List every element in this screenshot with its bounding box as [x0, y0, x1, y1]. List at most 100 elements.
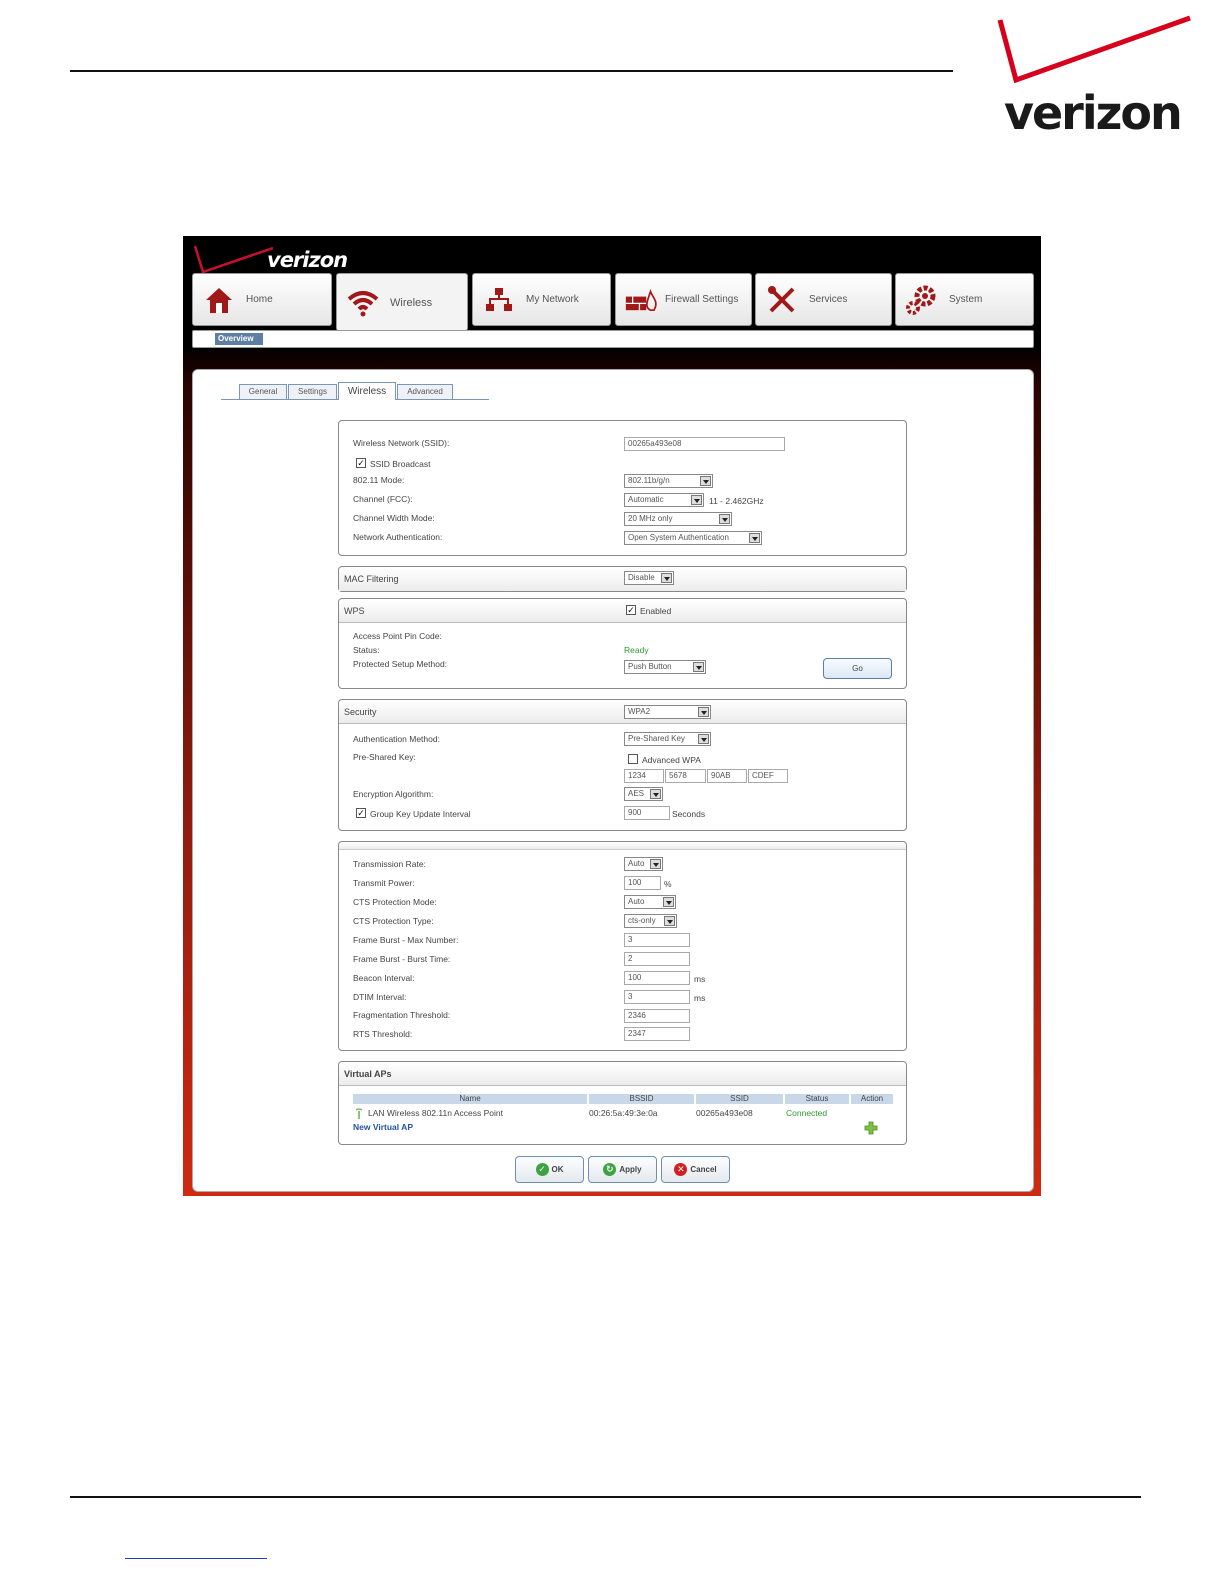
group-key-input[interactable]: 900 — [624, 806, 670, 820]
rts-input[interactable]: 2347 — [624, 1027, 690, 1041]
auth-method-select[interactable]: Pre-Shared Key — [624, 732, 711, 746]
chevron-down-icon — [663, 897, 674, 907]
group-key-checkbox[interactable]: ✓ — [356, 808, 366, 818]
nav-home[interactable]: Home — [192, 273, 332, 326]
cts-type-value: cts-only — [628, 916, 656, 925]
chevron-down-icon — [691, 495, 702, 505]
wps-enabled-label: Enabled — [640, 606, 672, 616]
ok-button[interactable]: ✓ OK — [515, 1156, 584, 1183]
frag-input[interactable]: 2346 — [624, 1009, 690, 1023]
psk-part-4[interactable]: CDEF — [748, 769, 788, 783]
new-virtual-ap-link[interactable]: New Virtual AP — [353, 1122, 413, 1132]
dtim-input[interactable]: 3 — [624, 990, 690, 1004]
wps-status-value: Ready — [624, 645, 649, 655]
nav-system-label: System — [949, 294, 983, 305]
go-button[interactable]: Go — [823, 658, 892, 679]
burst-time-input[interactable]: 2 — [624, 952, 690, 966]
tab-wireless[interactable]: Wireless — [338, 382, 396, 400]
main-nav: Home Wireless My Network Firewall Settin… — [192, 273, 1034, 331]
network-icon — [482, 283, 516, 317]
network-auth-select[interactable]: Open System Authentication — [624, 531, 762, 545]
subnav-overview[interactable]: Overview — [215, 333, 263, 345]
footer-link[interactable] — [125, 1558, 267, 1559]
wps-method-select[interactable]: Push Button — [624, 660, 706, 674]
header-rule — [70, 70, 953, 72]
tx-rate-label: Transmission Rate: — [353, 859, 426, 869]
chevron-down-icon — [719, 514, 730, 524]
chevron-down-icon — [650, 789, 661, 799]
channel-width-label: Channel Width Mode: — [353, 513, 435, 523]
nav-system[interactable]: System — [895, 273, 1034, 326]
psk-label: Pre-Shared Key: — [353, 752, 416, 762]
psk-part-2[interactable]: 5678 — [665, 769, 706, 783]
vap-bssid: 00:26:5a:49:3e:0a — [589, 1108, 658, 1118]
advanced-wpa-checkbox[interactable] — [628, 754, 638, 764]
psk-part-1[interactable]: 1234 — [624, 769, 664, 783]
channel-width-select[interactable]: 20 MHz only — [624, 512, 732, 526]
chevron-down-icon — [700, 476, 711, 486]
wps-enabled-checkbox[interactable]: ✓ — [626, 605, 636, 615]
network-auth-label: Network Authentication: — [353, 532, 443, 542]
col-name: Name — [353, 1094, 587, 1104]
cancel-button[interactable]: ✕ Cancel — [661, 1156, 730, 1183]
nav-services[interactable]: Services — [755, 273, 892, 326]
encryption-label: Encryption Algorithm: — [353, 789, 434, 799]
gears-icon — [905, 283, 939, 317]
channel-label: Channel (FCC): — [353, 494, 413, 504]
virtual-aps-box: Virtual APs Name BSSID SSID Status Actio… — [338, 1061, 907, 1145]
router-logo-word: verizon — [267, 248, 348, 272]
tab-advanced[interactable]: Advanced — [397, 384, 453, 399]
apply-label: Apply — [619, 1165, 642, 1174]
ok-label: OK — [551, 1165, 564, 1174]
burst-max-input[interactable]: 3 — [624, 933, 690, 947]
advanced-params-box: Transmission Rate: Auto Transmit Power: … — [338, 841, 907, 1051]
ssid-broadcast-checkbox[interactable]: ✓ — [356, 458, 366, 468]
nav-firewall-settings[interactable]: Firewall Settings — [615, 273, 752, 326]
nav-wireless[interactable]: Wireless — [336, 273, 468, 331]
beacon-label: Beacon Interval: — [353, 973, 415, 983]
ssid-input[interactable]: 00265a493e08 — [624, 437, 785, 451]
nav-my-network[interactable]: My Network — [472, 273, 611, 326]
security-value: WPA2 — [628, 707, 651, 716]
chevron-down-icon — [661, 573, 672, 583]
wps-status-label: Status: — [353, 645, 380, 655]
nav-services-label: Services — [809, 294, 848, 305]
channel-select-value: Automatic — [628, 495, 664, 504]
mac-filtering-select[interactable]: Disable — [624, 571, 674, 585]
close-icon: ✕ — [674, 1163, 688, 1176]
mode-select-value: 802.11b/g/n — [628, 476, 670, 485]
security-title: Security — [344, 707, 377, 717]
tx-rate-select[interactable]: Auto — [624, 857, 663, 871]
beacon-input[interactable]: 100 — [624, 971, 690, 985]
cts-mode-label: CTS Protection Mode: — [353, 897, 437, 907]
psk-part-3[interactable]: 90AB — [707, 769, 747, 783]
col-action: Action — [851, 1094, 893, 1104]
home-icon — [202, 283, 236, 317]
cts-mode-value: Auto — [628, 897, 645, 906]
mac-filtering-title: MAC Filtering — [344, 574, 399, 584]
mode-select[interactable]: 802.11b/g/n — [624, 474, 713, 488]
channel-select[interactable]: Automatic — [624, 493, 704, 507]
table-row[interactable]: LAN Wireless 802.11n Access Point 00:26:… — [339, 1106, 906, 1120]
cts-type-select[interactable]: cts-only — [624, 914, 677, 928]
nav-my-network-label: My Network — [526, 294, 579, 305]
dtim-label: DTIM Interval: — [353, 992, 407, 1002]
wps-title: WPS — [344, 606, 365, 616]
nav-home-label: Home — [246, 294, 273, 305]
cts-type-label: CTS Protection Type: — [353, 916, 434, 926]
tab-general[interactable]: General — [239, 384, 287, 399]
tab-settings[interactable]: Settings — [288, 384, 337, 399]
cts-mode-select[interactable]: Auto — [624, 895, 676, 909]
router-logo: verizon — [193, 242, 363, 276]
apply-button[interactable]: ↻ Apply — [588, 1156, 657, 1183]
router-ui-screenshot: verizon Home Wireless My Network Firewal… — [183, 236, 1041, 1196]
tx-power-input[interactable]: 100 — [624, 876, 661, 890]
encryption-select[interactable]: AES — [624, 787, 663, 801]
add-icon[interactable] — [864, 1121, 878, 1140]
chevron-down-icon — [698, 734, 709, 744]
col-bssid: BSSID — [589, 1094, 694, 1104]
content-panel: General Settings Wireless Advanced Wirel… — [192, 369, 1034, 1192]
security-select[interactable]: WPA2 — [624, 705, 711, 719]
chevron-down-icon — [664, 916, 675, 926]
basic-settings-box: Wireless Network (SSID): 00265a493e08 ✓ … — [338, 420, 907, 556]
